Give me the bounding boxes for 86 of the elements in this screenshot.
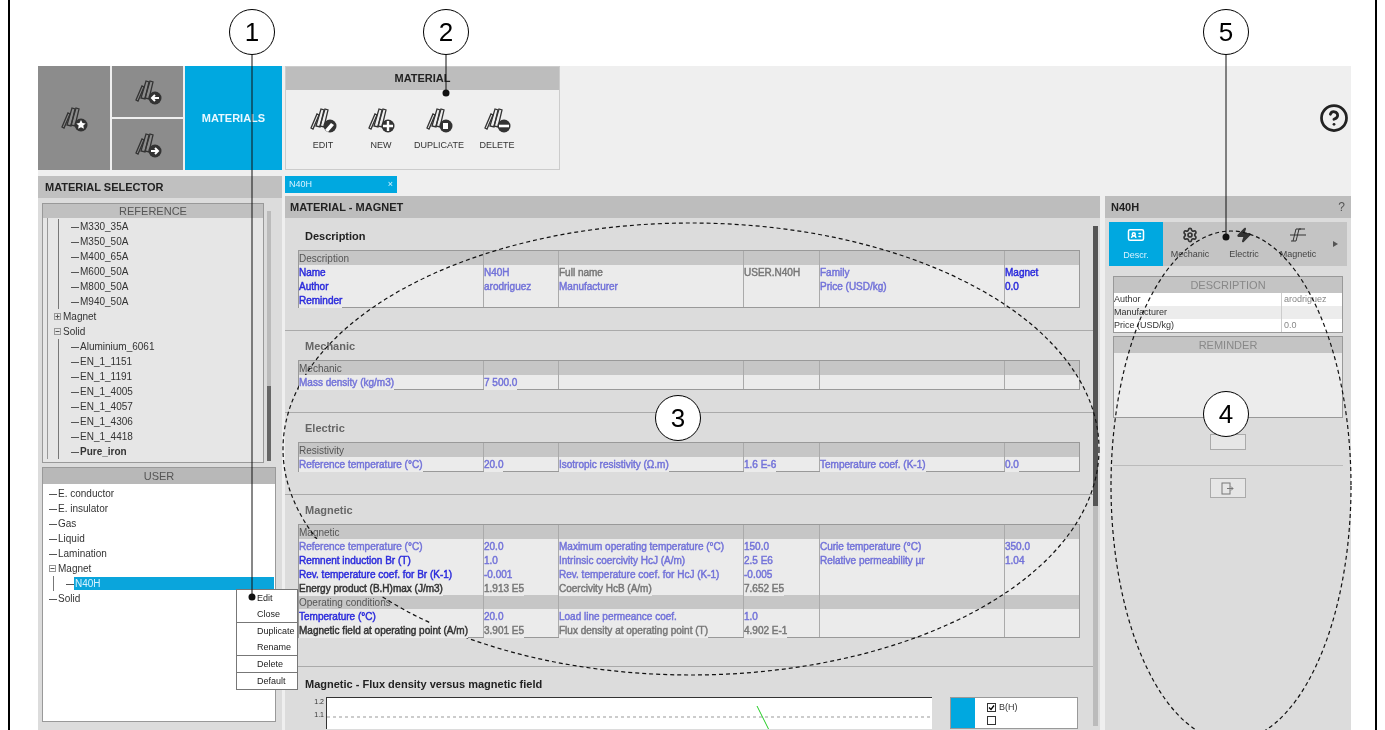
tree-item[interactable]: M400_65A: [79, 250, 130, 263]
table-header: Mechanic: [299, 361, 342, 376]
help-icon[interactable]: [1319, 103, 1349, 133]
legend-label: B(H): [999, 700, 1018, 714]
tile[interactable]: [38, 66, 110, 170]
toolbar-button[interactable]: NEW: [356, 106, 406, 153]
tile[interactable]: [112, 66, 183, 117]
section-header: REFERENCE: [43, 204, 263, 218]
tree-item[interactable]: EN_1_4418: [79, 430, 134, 443]
tree-item[interactable]: M940_50A: [79, 295, 130, 308]
chart-title: Magnetic - Flux density versus magnetic field: [305, 678, 543, 690]
gear-icon: [1182, 226, 1198, 243]
section-header: REMINDER: [1114, 337, 1342, 353]
table-header: Magnetic: [299, 525, 340, 540]
callout-number: 2: [423, 9, 469, 55]
tree-item[interactable]: Magnet: [57, 562, 93, 575]
tree-item[interactable]: Magnet: [62, 310, 98, 323]
material-plus-icon: [366, 106, 396, 134]
help-mark[interactable]: ?: [1338, 198, 1345, 216]
callout-number: 1: [229, 9, 275, 55]
scrollbar[interactable]: [1093, 226, 1098, 726]
tree-item[interactable]: Lamination: [57, 547, 108, 560]
tree-item[interactable]: M330_35A: [79, 220, 130, 233]
material-minus-icon: [482, 106, 512, 134]
section-title: Mechanic: [305, 338, 356, 354]
tree-item[interactable]: EN_1_4057: [79, 400, 134, 413]
material-star-icon: [59, 104, 89, 132]
tree-item[interactable]: EN_1_4005: [79, 385, 134, 398]
section-title: Electric: [305, 420, 345, 436]
collapse-icon[interactable]: [49, 565, 56, 572]
tree-item[interactable]: Solid: [62, 325, 87, 338]
material-import-icon: [132, 78, 163, 105]
panel-header: MATERIAL SELECTOR: [38, 176, 282, 198]
expand-icon[interactable]: [54, 313, 61, 320]
collapse-icon[interactable]: [54, 328, 61, 335]
material-copy-icon: [424, 106, 454, 134]
callout-number: 5: [1203, 9, 1249, 55]
tree-item[interactable]: E. insulator: [57, 502, 110, 515]
tree-item[interactable]: M600_50A: [79, 265, 130, 278]
tree-item[interactable]: M800_50A: [79, 280, 130, 293]
tree-item[interactable]: E. conductor: [57, 487, 116, 500]
tree-item[interactable]: Pure_iron: [79, 445, 128, 458]
property-value: arodriguez: [1283, 293, 1327, 306]
property-value: 0.0: [1283, 319, 1297, 332]
toolbar-button[interactable]: EDIT: [298, 106, 348, 153]
checkbox[interactable]: [987, 703, 996, 712]
tree-item[interactable]: Gas: [57, 517, 78, 530]
property-tab[interactable]: Magnetic: [1271, 222, 1325, 266]
tree-item[interactable]: Solid: [57, 592, 82, 605]
menu-item[interactable]: Close: [237, 606, 297, 622]
lightning-icon: [1236, 226, 1252, 243]
legend-color-bar: [951, 698, 975, 728]
section-title: Magnetic: [305, 502, 353, 518]
tree-item[interactable]: EN_1_1151: [79, 355, 134, 368]
table-header: Resistivity: [299, 443, 344, 458]
tree-item[interactable]: Aluminium_6061: [79, 340, 156, 353]
section-header: USER: [43, 468, 275, 484]
panel-header: N40H: [1111, 199, 1140, 215]
material-pencil-icon: [308, 106, 338, 134]
table-header: Description: [299, 251, 350, 266]
menu-item[interactable]: Delete: [237, 656, 297, 672]
tree-item[interactable]: M350_50A: [79, 235, 130, 248]
property-tab[interactable]: Mechanic: [1163, 222, 1217, 266]
menu-item[interactable]: Rename: [237, 639, 297, 655]
scrollbar[interactable]: [267, 211, 271, 461]
hysteresis-icon: [1289, 226, 1307, 243]
material-export-icon: [132, 131, 163, 158]
menu-item[interactable]: Duplicate: [237, 623, 297, 639]
tile[interactable]: [112, 119, 183, 170]
more-arrow-icon[interactable]: [1333, 241, 1338, 247]
tree-item[interactable]: EN_1_4306: [79, 415, 134, 428]
section-header: DESCRIPTION: [1114, 277, 1342, 293]
menu-item[interactable]: Default: [237, 673, 297, 689]
toolbar-button[interactable]: DELETE: [472, 106, 522, 153]
tree-item[interactable]: Liquid: [57, 532, 86, 545]
section-title: Description: [305, 228, 366, 244]
property-tab[interactable]: Electric: [1217, 222, 1271, 266]
export-icon: [1221, 481, 1235, 495]
menu-item[interactable]: Edit: [237, 590, 297, 606]
tree-item[interactable]: EN_1_1191: [79, 370, 134, 383]
table-header: Operating conditions: [299, 595, 391, 610]
icon-button[interactable]: [1210, 434, 1246, 450]
panel-header: MATERIAL - MAGNET: [285, 196, 1100, 218]
checkbox[interactable]: [987, 716, 996, 725]
toolbar-button[interactable]: DUPLICATE: [414, 106, 464, 153]
property-label: Price (USD/kg): [1114, 319, 1282, 332]
